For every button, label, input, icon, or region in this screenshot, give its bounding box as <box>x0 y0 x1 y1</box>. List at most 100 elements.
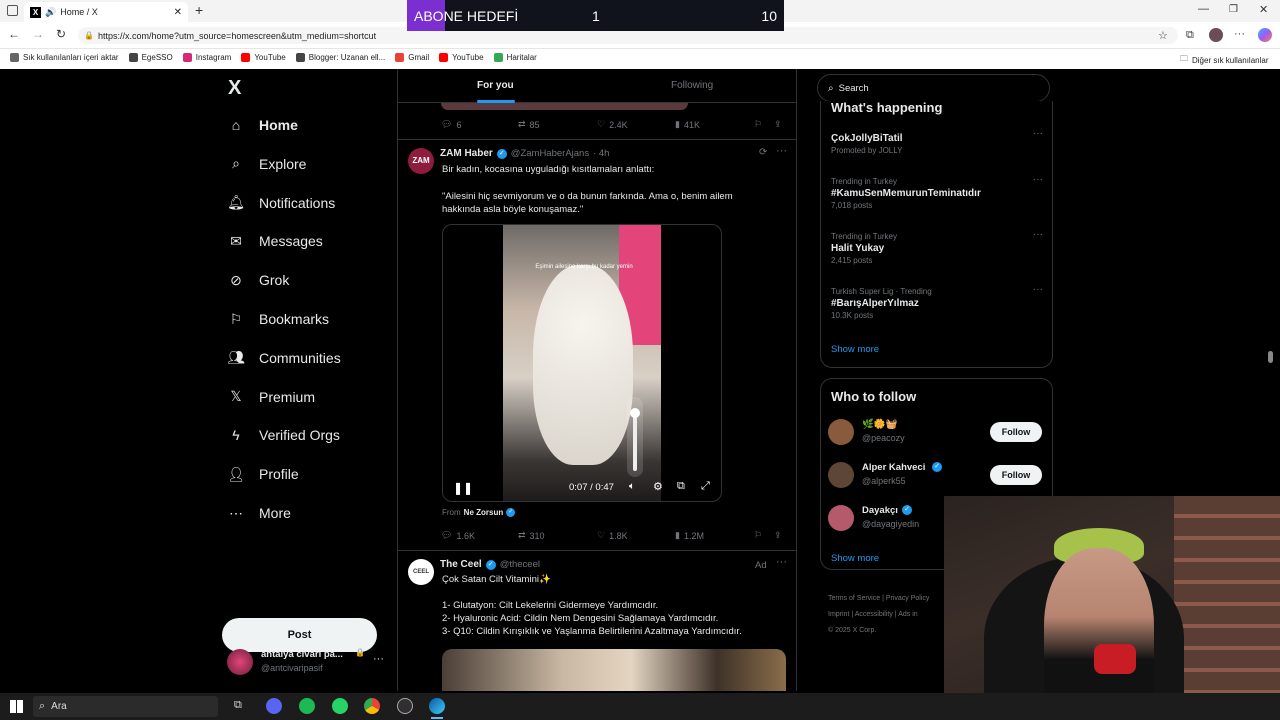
trend-more-icon[interactable]: ··· <box>1033 284 1043 295</box>
footer-terms[interactable]: Terms of Service <box>828 595 880 602</box>
tab-close-icon[interactable]: ✕ <box>174 7 182 18</box>
trend-more-icon[interactable]: ··· <box>1033 229 1043 240</box>
tweet-zamhaber[interactable]: ZAM ZAM Haber ✓ @ZamHaberAjans · 4h ⟳ ··… <box>398 140 796 550</box>
discord-icon[interactable] <box>266 698 282 714</box>
forward-icon[interactable]: → <box>32 27 44 41</box>
footer-privacy[interactable]: Privacy Policy <box>886 595 930 602</box>
bookmark-item[interactable]: Instagram <box>182 53 231 62</box>
follow-name[interactable]: Dayakçı <box>862 505 898 516</box>
pip-icon[interactable]: ⧉ <box>677 480 685 493</box>
obs-icon[interactable] <box>397 698 413 714</box>
prev-views-action[interactable]: ▮ 41K <box>675 119 700 130</box>
trend-item[interactable]: ÇokJollyBiTatil Promoted by JOLLY ··· <box>831 128 1043 155</box>
volume-slider[interactable] <box>627 397 643 477</box>
share-icon[interactable]: ⇪ <box>774 530 782 541</box>
tweet-author[interactable]: ZAM Haber <box>440 148 493 159</box>
bookmark-item[interactable]: YouTube <box>439 53 484 62</box>
follow-name[interactable]: 🌿🌼🧺 <box>862 419 898 430</box>
follow-button[interactable]: Follow <box>990 422 1042 442</box>
footer-ads[interactable]: Ads in <box>898 611 917 618</box>
bookmark-item[interactable]: EgeSSO <box>128 53 173 62</box>
nav-explore[interactable]: ⌕ Explore <box>227 155 306 173</box>
share-icon[interactable]: ⇪ <box>774 119 782 130</box>
prev-repost-action[interactable]: ⇄ 85 <box>518 119 540 130</box>
favorites-icon[interactable]: ☆ <box>1158 29 1168 42</box>
video-player[interactable]: Eşimin ailesine karşı bu kadar yemin ❚❚ … <box>442 224 722 502</box>
bookmark-icon[interactable]: ⚐ <box>754 119 762 130</box>
page-scrollbar[interactable] <box>1268 351 1273 363</box>
views-action[interactable]: ▮ 1.2M <box>675 530 704 541</box>
tab-actions-icon[interactable] <box>7 5 18 16</box>
show-more-follows[interactable]: Show more <box>831 553 879 564</box>
other-bookmarks[interactable]: Diğer sık kullanılanlar <box>1192 56 1268 65</box>
nav-home[interactable]: ⌂ Home <box>227 116 298 134</box>
reply-action[interactable]: 💬︎ 1.6K <box>441 530 475 541</box>
grok-tweet-icon[interactable]: ⟳ <box>759 147 767 158</box>
like-action[interactable]: ♡ 1.8K <box>597 530 628 541</box>
browser-tab[interactable]: X 🔊 Home / X ✕ <box>24 2 188 22</box>
settings-more-icon[interactable]: ··· <box>1234 28 1245 40</box>
whatsapp-icon[interactable] <box>332 698 348 714</box>
nav-communities[interactable]: 👥︎ Communities <box>227 349 341 367</box>
volume-knob[interactable] <box>630 408 640 419</box>
nav-profile[interactable]: 👤︎ Profile <box>227 465 299 483</box>
close-window-icon[interactable]: ✕ <box>1259 3 1268 16</box>
spotify-icon[interactable] <box>299 698 315 714</box>
pause-icon[interactable]: ❚❚ <box>453 481 473 495</box>
nav-premium[interactable]: 𝕏 Premium <box>227 388 315 406</box>
minimize-icon[interactable]: — <box>1198 3 1209 15</box>
follow-name[interactable]: Alper Kahveci <box>862 462 925 473</box>
account-switcher[interactable]: antalya civarı pa... 🔒 @antcivaripasif ·… <box>227 647 387 677</box>
bookmark-item[interactable]: Sık kullanılanları içeri aktar <box>10 53 119 62</box>
tweet-avatar[interactable]: CEEL <box>408 559 434 585</box>
bookmark-item[interactable]: Haritalar <box>493 53 537 62</box>
tweet-avatar[interactable]: ZAM <box>408 148 434 174</box>
follow-avatar[interactable] <box>828 505 854 531</box>
tweet-author[interactable]: The Ceel <box>440 559 482 570</box>
show-more-trends[interactable]: Show more <box>831 344 879 355</box>
collections-icon[interactable]: ⧉ <box>1186 29 1194 42</box>
tweet-theceel-ad[interactable]: CEEL The Ceel ✓ @theceel Ad ··· Çok Sata… <box>398 551 796 691</box>
nav-more[interactable]: ⋯ More <box>227 504 291 522</box>
tweet-handle[interactable]: @ZamHaberAjans <box>511 148 589 159</box>
volume-icon[interactable]: 🔈︎ <box>629 481 635 492</box>
trend-item[interactable]: Trending in Turkey Halit Yukay 2,415 posts… <box>831 229 1043 265</box>
search-box[interactable]: ⌕ Search <box>817 74 1050 102</box>
settings-icon[interactable]: ⚙ <box>653 480 663 493</box>
tab-for-you[interactable]: For you <box>477 80 514 91</box>
tweet-more-icon[interactable]: ··· <box>776 556 787 568</box>
profile-avatar-icon[interactable] <box>1209 28 1223 42</box>
back-icon[interactable]: ← <box>8 27 20 41</box>
trend-more-icon[interactable]: ··· <box>1033 128 1043 139</box>
tweet-more-icon[interactable]: ··· <box>776 145 787 157</box>
chrome-icon[interactable] <box>364 698 380 714</box>
footer-imprint[interactable]: Imprint <box>828 611 849 618</box>
task-view-icon[interactable]: ⧉ <box>234 699 242 712</box>
windows-start-icon[interactable] <box>10 700 23 713</box>
new-tab-icon[interactable]: + <box>195 2 203 18</box>
taskbar-search[interactable]: ⌕ Ara <box>33 696 218 717</box>
trend-item[interactable]: Turkish Super Lig · Trending #BarışAlperY… <box>831 284 1043 320</box>
follow-avatar[interactable] <box>828 462 854 488</box>
from-source[interactable]: Ne Zorsun <box>464 508 504 517</box>
tweet-handle[interactable]: @theceel <box>500 559 540 570</box>
prev-reply-action[interactable]: 💬︎ 6 <box>441 119 461 130</box>
trend-more-icon[interactable]: ··· <box>1033 174 1043 185</box>
tab-following[interactable]: Following <box>671 80 713 91</box>
nav-messages[interactable]: ✉ Messages <box>227 232 323 250</box>
ad-media[interactable] <box>442 649 786 691</box>
trend-item[interactable]: Trending in Turkey #KamuSenMemurunTeminat… <box>831 174 1043 210</box>
footer-accessibility[interactable]: Accessibility <box>855 611 893 618</box>
edge-icon[interactable] <box>429 698 445 714</box>
account-more-icon[interactable]: ··· <box>373 653 384 665</box>
follow-button[interactable]: Follow <box>990 465 1042 485</box>
refresh-icon[interactable]: ↻ <box>56 27 66 41</box>
x-logo[interactable]: X <box>228 77 241 100</box>
follow-avatar[interactable] <box>828 419 854 445</box>
copilot-icon[interactable] <box>1258 28 1272 42</box>
maximize-icon[interactable]: ❐ <box>1229 4 1238 15</box>
nav-grok[interactable]: ⊘ Grok <box>227 271 289 289</box>
prev-like-action[interactable]: ♡ 2.4K <box>597 119 628 130</box>
nav-notifications[interactable]: 🔔︎ Notifications <box>227 194 335 212</box>
bookmark-item[interactable]: Gmail <box>395 53 429 62</box>
